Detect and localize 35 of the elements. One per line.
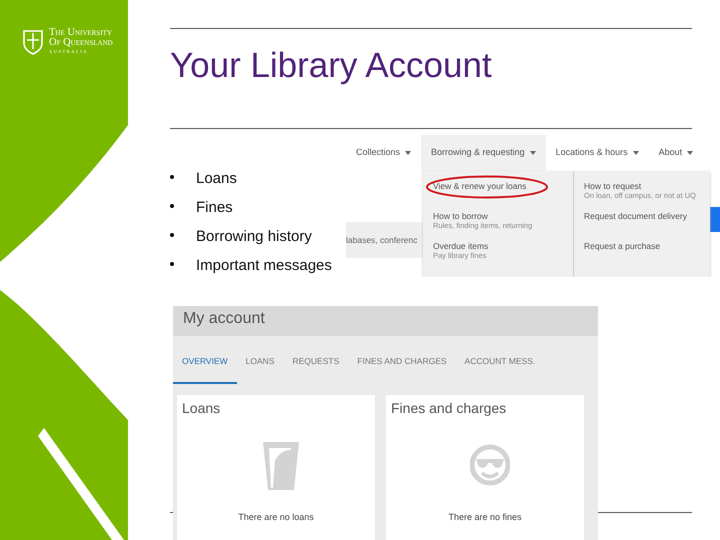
glass-icon — [261, 440, 301, 490]
card-title: Loans — [182, 399, 220, 418]
caret-icon — [632, 151, 639, 155]
bullet-icon — [170, 204, 174, 208]
tab[interactable]: FINES AND CHARGES — [348, 336, 456, 384]
nav-menu-item[interactable]: About — [648, 135, 704, 171]
menu-link[interactable]: Request a purchase — [584, 241, 700, 261]
bullet-text: Borrowing history — [196, 227, 312, 247]
card-title: Fines and charges — [391, 399, 506, 418]
logo-text: Of Queensland — [49, 38, 113, 48]
caret-icon — [530, 151, 536, 155]
slide-title: Your Library Account — [170, 45, 492, 87]
empty-message: There are no fines — [447, 511, 523, 524]
bullet-icon — [170, 233, 174, 237]
bullet-icon — [170, 175, 174, 179]
caret-icon — [405, 151, 412, 155]
empty-message: There are no loans — [237, 511, 315, 524]
page-text: labases, conferenc — [346, 222, 426, 258]
tab[interactable]: REQUESTS — [284, 336, 348, 384]
nav-menu-item[interactable]: Locations & hours — [546, 135, 649, 171]
bullet-text: Loans — [196, 169, 237, 189]
tab[interactable]: LOANS — [236, 336, 284, 384]
bullet-icon — [170, 262, 174, 266]
crest-icon — [22, 29, 44, 55]
bullet-text: Important messages — [196, 256, 332, 276]
menu-link[interactable]: View & renew your loans — [433, 181, 563, 201]
caret-icon — [687, 151, 694, 155]
tab[interactable]: ACCOUNT MESS. — [456, 336, 544, 384]
nav-menu-item[interactable]: Collections — [346, 135, 422, 171]
logo-text: The University — [49, 28, 113, 38]
menu-link[interactable]: Request document delivery — [584, 211, 700, 231]
page-heading: My account — [173, 306, 598, 336]
bullet-text: Fines — [196, 198, 233, 218]
tab[interactable]: OVERVIEW — [173, 336, 237, 384]
nav-menu-item[interactable]: Borrowing & requesting — [421, 135, 546, 171]
